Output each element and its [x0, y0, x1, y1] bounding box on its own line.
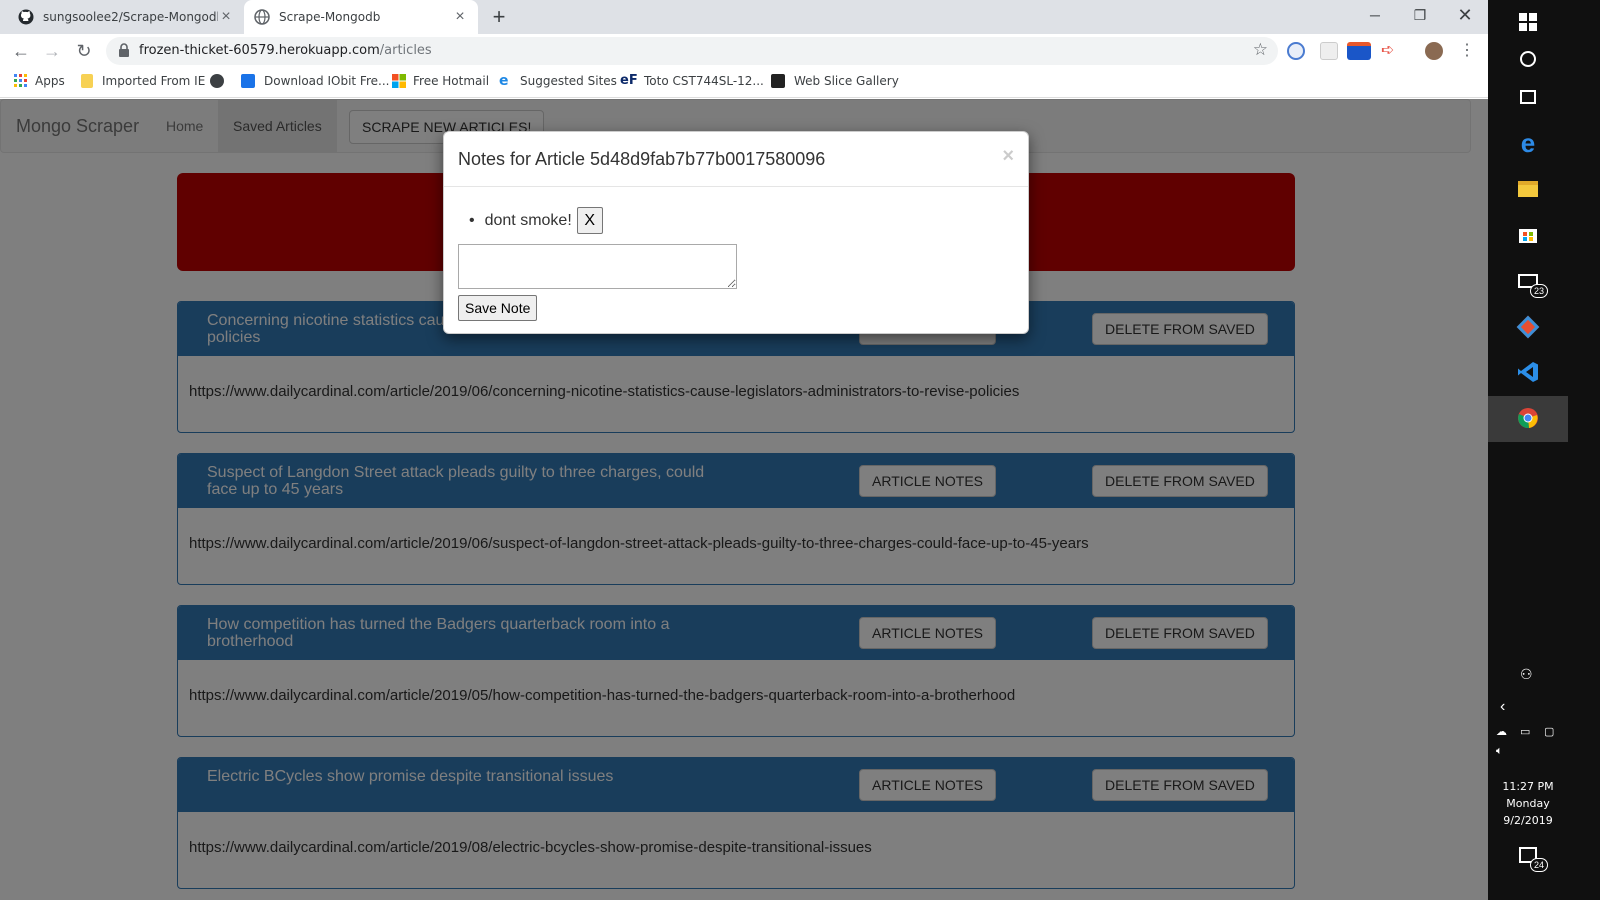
web-slice-icon: [771, 74, 785, 88]
taskbar-edge[interactable]: e: [1488, 120, 1568, 166]
close-tab-icon[interactable]: ×: [452, 8, 468, 26]
back-arrow-icon[interactable]: ←: [9, 39, 33, 63]
tab-strip: sungsoolee2/Scrape-Mongodb × Scrape-Mong…: [0, 0, 1488, 34]
reload-icon[interactable]: ↻: [72, 39, 96, 63]
lock-icon: [118, 43, 132, 59]
chrome-icon: [1517, 407, 1539, 432]
cortana-circle-icon: [1520, 51, 1536, 67]
taskbar-git[interactable]: [1488, 304, 1568, 350]
extension-grid-icon[interactable]: [1320, 42, 1338, 60]
clock-day: Monday: [1506, 797, 1550, 810]
restore-icon[interactable]: ❐: [1397, 0, 1443, 30]
battery-icon[interactable]: ▭: [1520, 725, 1530, 738]
close-tab-icon[interactable]: ×: [218, 8, 234, 26]
bookmark-toto[interactable]: eF Toto CST744SL-12...: [620, 73, 764, 89]
address-bar[interactable]: frozen-thicket-60579.herokuapp.com/artic…: [106, 37, 1278, 65]
taskbar-mail[interactable]: 23: [1488, 258, 1568, 304]
bookmark-web-slice-gallery[interactable]: Web Slice Gallery: [771, 74, 899, 88]
notes-modal: Notes for Article 5d48d9fab7b77b00175800…: [443, 131, 1029, 334]
onedrive-icon[interactable]: ☁: [1496, 725, 1507, 738]
task-view-icon: [1520, 90, 1536, 104]
clock-time: 11:27 PM: [1502, 780, 1554, 793]
bookmark-label: Web Slice Gallery: [794, 74, 899, 88]
profile-avatar[interactable]: [1425, 42, 1443, 60]
folder-icon: [1518, 181, 1538, 197]
menu-kebab-icon[interactable]: ⋮: [1455, 39, 1479, 63]
show-hidden-icons-chevron-icon[interactable]: ‹: [1500, 698, 1505, 716]
new-tab-button[interactable]: +: [486, 4, 512, 30]
volume-icon[interactable]: 🔈︎: [1496, 745, 1503, 758]
tab-github[interactable]: sungsoolee2/Scrape-Mongodb ×: [8, 0, 244, 34]
ef-icon: eF: [620, 73, 638, 88]
folder-icon: [81, 74, 93, 88]
browser-window: sungsoolee2/Scrape-Mongodb × Scrape-Mong…: [0, 0, 1488, 900]
globe-icon: [254, 9, 270, 25]
browser-toolbar: ← → ↻ frozen-thicket-60579.herokuapp.com…: [0, 34, 1488, 68]
taskbar-file-explorer[interactable]: [1488, 166, 1568, 212]
taskbar-store[interactable]: [1488, 212, 1568, 258]
notification-badge: 24: [1530, 858, 1548, 872]
taskbar-chrome[interactable]: [1488, 396, 1568, 442]
note-text: dont smoke!: [484, 211, 572, 229]
extension-redir-icon[interactable]: [1347, 42, 1371, 60]
bookmark-suggested-sites[interactable]: e Suggested Sites: [499, 74, 617, 88]
tab-title: sungsoolee2/Scrape-Mongodb: [43, 10, 218, 24]
bookmark-free-hotmail[interactable]: Free Hotmail: [392, 74, 489, 88]
note-item: dont smoke! X: [484, 207, 603, 234]
bookmarks-bar: Apps Imported From IE Download IObit Fre…: [0, 68, 1488, 98]
bookmark-label: Free Hotmail: [413, 74, 490, 88]
modal-header: Notes for Article 5d48d9fab7b77b00175800…: [444, 132, 1028, 187]
clock-date: 9/2/2019: [1503, 814, 1553, 827]
modal-title: Notes for Article 5d48d9fab7b77b00175800…: [458, 149, 826, 169]
close-icon[interactable]: ×: [1002, 145, 1014, 168]
bookmark-iobit[interactable]: Download IObit Fre...: [241, 74, 389, 88]
vscode-icon: [1517, 361, 1539, 386]
bookmark-label: Download IObit Fre...: [264, 74, 390, 88]
apps-grid-icon: [14, 74, 28, 88]
bookmark-imported-from-ie[interactable]: Imported From IE: [81, 74, 205, 88]
extension-info-icon[interactable]: [1287, 42, 1305, 60]
forward-arrow-icon[interactable]: →: [40, 39, 64, 63]
action-center-button[interactable]: 24: [1488, 832, 1568, 878]
tab-scrape-mongodb[interactable]: Scrape-Mongodb ×: [244, 0, 478, 34]
windows-taskbar: e 23 ⚇ ‹ ☁ ▭ ▢ 🔈︎ 11:27 PM Monday 9/2/20…: [1488, 0, 1600, 900]
github-icon: [18, 9, 34, 25]
notes-list: dont smoke! X: [484, 207, 603, 234]
git-diamond-icon: [1516, 315, 1540, 339]
bookmark-label: Imported From IE: [102, 74, 206, 88]
close-window-icon[interactable]: ✕: [1442, 0, 1488, 30]
store-bag-icon: [1518, 224, 1538, 247]
people-icon[interactable]: ⚇: [1520, 666, 1533, 683]
url-text: frozen-thicket-60579.herokuapp.com/artic…: [139, 43, 432, 58]
windows-start-icon: [1519, 12, 1537, 34]
taskbar-vscode[interactable]: [1488, 350, 1568, 396]
bookmark-star-icon[interactable]: ☆: [1253, 40, 1268, 60]
minimize-icon[interactable]: ─: [1352, 0, 1398, 30]
task-view-button[interactable]: [1488, 74, 1568, 120]
bookmark-globe[interactable]: [210, 74, 231, 88]
bookmark-label: Apps: [35, 74, 65, 88]
network-icon[interactable]: ▢: [1544, 725, 1554, 738]
windows-logo-icon: [392, 74, 406, 88]
iobit-icon: [241, 74, 255, 88]
globe-icon: [210, 74, 224, 88]
delete-note-button[interactable]: X: [576, 207, 603, 234]
bookmark-apps[interactable]: Apps: [14, 74, 65, 88]
note-textarea[interactable]: [458, 244, 737, 289]
extension-arrow-icon[interactable]: ➪: [1381, 42, 1399, 60]
web-page: Mongo Scraper Home Saved Articles SCRAPE…: [0, 99, 1488, 900]
ie-icon: e: [499, 73, 509, 89]
bookmark-label: Suggested Sites: [520, 74, 617, 88]
taskbar-clock[interactable]: 11:27 PM Monday 9/2/2019: [1488, 778, 1568, 829]
bookmark-label: Toto CST744SL-12...: [644, 74, 764, 88]
edge-icon: e: [1520, 127, 1536, 158]
tab-title: Scrape-Mongodb: [279, 10, 381, 24]
mail-badge: 23: [1530, 284, 1548, 298]
save-note-button[interactable]: Save Note: [458, 295, 538, 321]
